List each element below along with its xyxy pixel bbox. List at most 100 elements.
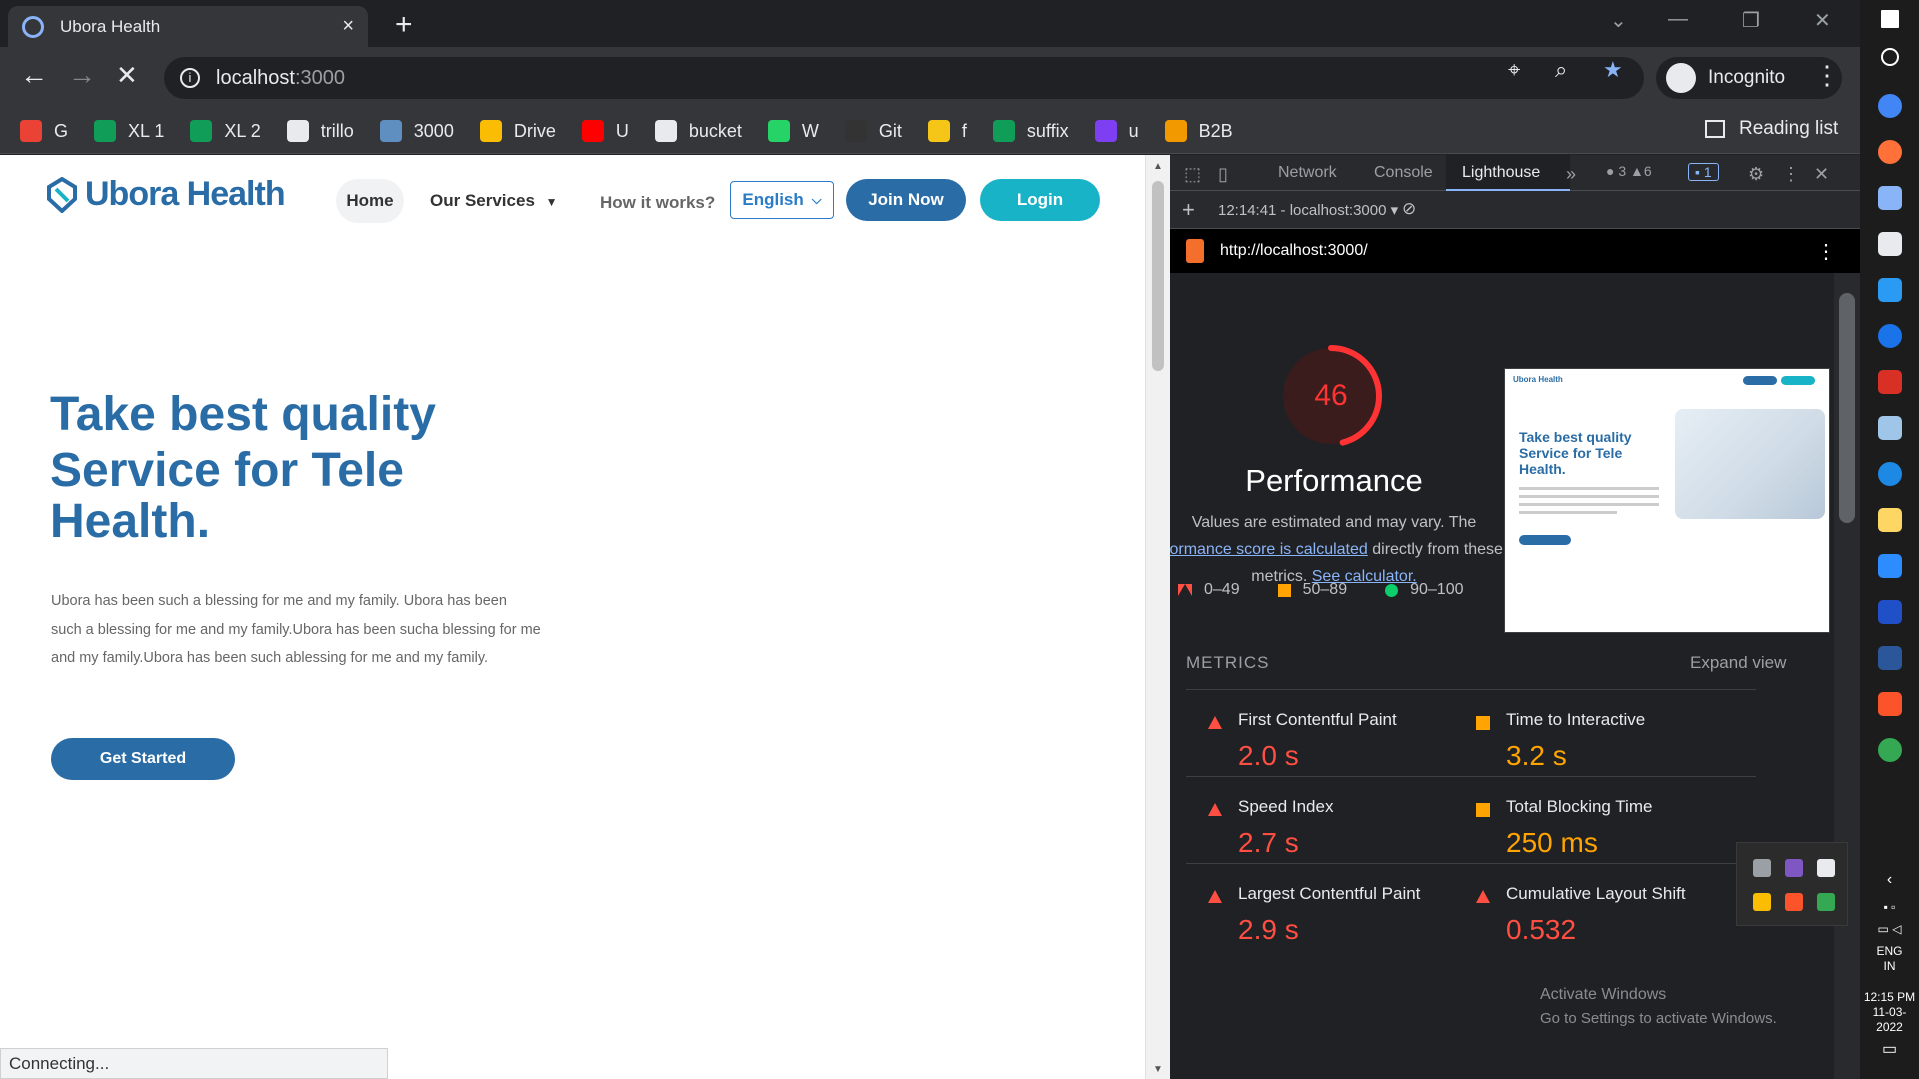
word-icon[interactable] <box>1878 646 1902 670</box>
bookmark-item[interactable]: 3000 <box>379 120 454 142</box>
chrome-profile-icon[interactable] <box>1878 738 1902 762</box>
error-count-badge[interactable]: ● 3 ▲6 <box>1606 163 1652 179</box>
report-selector[interactable]: 12:14:41 - localhost:3000 ▾ <box>1218 201 1398 219</box>
notifications-icon[interactable]: ▭ <box>1860 1042 1919 1058</box>
minimize-icon[interactable]: — <box>1668 8 1688 31</box>
tray-drive-icon[interactable] <box>1817 893 1835 911</box>
restore-icon[interactable]: ❐ <box>1742 8 1760 33</box>
tray-expand-icon[interactable]: ‹ <box>1860 872 1919 888</box>
location-icon[interactable]: ⌖ <box>1508 57 1546 83</box>
metric-value: 250 ms <box>1506 827 1598 858</box>
score-calculation-link[interactable]: formance score is calculated <box>1170 541 1368 558</box>
intellij-icon[interactable] <box>1878 600 1902 624</box>
clock[interactable]: 12:15 PM 11-03-2022 <box>1860 990 1919 1035</box>
bookmark-item[interactable]: G <box>20 120 68 142</box>
brave-icon[interactable] <box>1878 692 1902 716</box>
expand-view-toggle[interactable]: Expand view <box>1690 653 1786 673</box>
login-button[interactable]: Login <box>980 179 1100 221</box>
more-tabs-icon[interactable]: » <box>1566 164 1576 185</box>
new-report-icon[interactable]: + <box>1182 197 1195 223</box>
tab-network[interactable]: Network <box>1278 164 1337 182</box>
bookmark-item[interactable]: f <box>927 120 967 142</box>
performance-score: 46 <box>1314 379 1348 412</box>
new-tab-button[interactable]: + <box>395 10 413 40</box>
zoom-icon[interactable]: ⌕ <box>1555 57 1593 83</box>
forward-icon[interactable]: → <box>68 61 96 89</box>
settings-gear-icon[interactable]: ⚙ <box>1748 164 1764 185</box>
bookmark-item[interactable]: W <box>767 120 819 142</box>
volume-icon[interactable]: ▭ ◁ <box>1860 922 1919 937</box>
page-scrollbar-thumb[interactable] <box>1152 181 1164 371</box>
windows-start-icon[interactable] <box>1881 10 1899 28</box>
tray-pen-icon[interactable] <box>1785 859 1803 877</box>
stop-loading-icon[interactable]: ✕ <box>116 61 138 89</box>
maps-icon[interactable] <box>1878 324 1902 348</box>
address-bar[interactable]: i localhost:3000 <box>164 57 1644 99</box>
join-now-button[interactable]: Join Now <box>846 179 966 221</box>
bookmark-item[interactable]: B2B <box>1164 120 1233 142</box>
bookmark-star-icon[interactable]: ★ <box>1603 57 1649 83</box>
tray-app-icon[interactable] <box>1753 859 1771 877</box>
tray-security-icon[interactable] <box>1753 893 1771 911</box>
bookmark-item[interactable]: suffix <box>992 120 1069 142</box>
page-scrollbar[interactable]: ▲ ▼ <box>1145 155 1170 1079</box>
tab-search-icon[interactable]: ⌄ <box>1610 8 1627 33</box>
bookmark-item[interactable]: u <box>1094 120 1139 142</box>
device-toolbar-icon[interactable]: ▯ <box>1218 164 1228 185</box>
devtools-scrollbar-thumb[interactable] <box>1839 293 1855 523</box>
legend-fail: 0–49 <box>1178 581 1240 599</box>
vscode-icon[interactable] <box>1878 278 1902 302</box>
tray-mouse-icon[interactable] <box>1817 859 1835 877</box>
app-icon[interactable] <box>1878 462 1902 486</box>
activate-windows-title: Activate Windows <box>1540 986 1667 1003</box>
site-info-icon[interactable]: i <box>180 68 200 88</box>
inspect-element-icon[interactable]: ⬚ <box>1184 164 1201 185</box>
bookmark-item[interactable]: Git <box>844 120 902 142</box>
nav-our-services[interactable]: Our Services ▼ <box>430 191 558 211</box>
scroll-down-icon[interactable]: ▼ <box>1153 1064 1163 1075</box>
bookmark-item[interactable]: U <box>581 120 629 142</box>
close-window-icon[interactable]: ✕ <box>1814 8 1831 33</box>
nav-how-it-works[interactable]: How it works? <box>600 193 715 213</box>
report-menu-icon[interactable]: ⋮ <box>1816 239 1836 264</box>
tab-console[interactable]: Console <box>1374 164 1433 182</box>
chrome-icon[interactable] <box>1878 94 1902 118</box>
get-started-button[interactable]: Get Started <box>51 738 235 780</box>
tab-lighthouse[interactable]: Lighthouse <box>1462 164 1540 182</box>
back-icon[interactable]: ← <box>20 61 48 89</box>
file-explorer-icon[interactable] <box>1878 508 1902 532</box>
input-language[interactable]: ENG IN <box>1860 944 1919 974</box>
devtools-scrollbar[interactable] <box>1834 273 1860 1079</box>
tab-close-icon[interactable]: × <box>342 15 354 38</box>
scroll-up-icon[interactable]: ▲ <box>1153 161 1163 172</box>
browser-menu-icon[interactable]: ⋮ <box>1814 60 1840 91</box>
language-select[interactable]: English ⌵ <box>730 181 834 219</box>
app-icon[interactable] <box>1878 416 1902 440</box>
final-screenshot[interactable]: Ubora Health Take best quality Service f… <box>1504 368 1830 633</box>
tray-network-icons[interactable]: ▪ ▫ <box>1860 900 1919 915</box>
message-count-badge[interactable]: ▪ 1 <box>1688 163 1719 181</box>
reading-list-button[interactable]: Reading list <box>1705 118 1838 140</box>
browser-tab[interactable]: Ubora Health × <box>8 6 368 47</box>
tray-brave-icon[interactable] <box>1785 893 1803 911</box>
search-icon[interactable] <box>1881 48 1899 66</box>
metric-value: 2.9 s <box>1238 914 1299 945</box>
bookmark-item[interactable]: XL 2 <box>190 120 261 142</box>
firefox-icon[interactable] <box>1878 140 1902 164</box>
devtools-menu-icon[interactable]: ⋮ <box>1782 164 1800 185</box>
legend-triangle-icon <box>1178 584 1192 596</box>
bookmark-item[interactable]: Drive <box>479 120 556 142</box>
bookmark-item[interactable]: bucket <box>654 120 742 142</box>
bookmark-item[interactable]: XL 1 <box>94 120 164 142</box>
metric-name: First Contentful Paint <box>1238 710 1397 729</box>
clear-reports-icon[interactable]: ⊘ <box>1402 199 1416 219</box>
zoom-app-icon[interactable] <box>1878 554 1902 578</box>
site-logo[interactable]: Ubora Health <box>45 175 286 214</box>
app-icon[interactable] <box>1878 232 1902 256</box>
app-icon[interactable] <box>1878 370 1902 394</box>
bookmark-label: U <box>615 120 629 141</box>
bookmark-item[interactable]: trillo <box>286 120 354 142</box>
app-icon[interactable] <box>1878 186 1902 210</box>
nav-home[interactable]: Home <box>336 179 404 223</box>
devtools-close-icon[interactable]: ✕ <box>1814 164 1829 185</box>
